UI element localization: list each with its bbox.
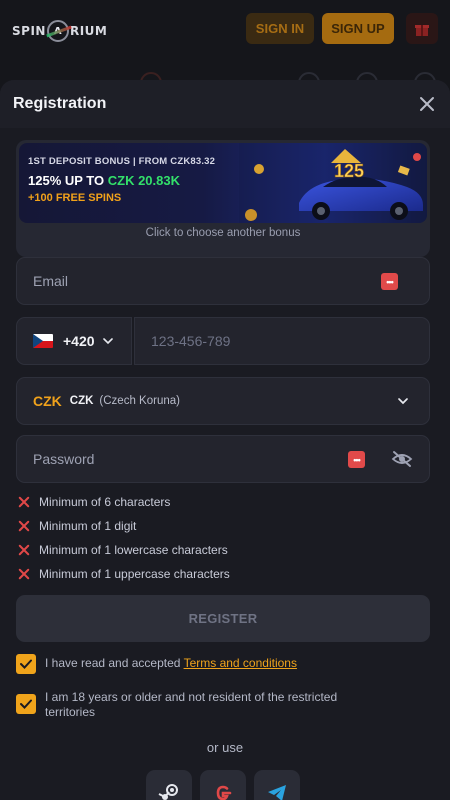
age-checkbox[interactable] (16, 694, 36, 714)
bonus-banner[interactable]: 1ST DEPOSIT BONUS | FROM CZK83.32 125% U… (19, 143, 427, 223)
password-manager-icon[interactable]: ••• (381, 273, 398, 290)
terms-checkbox[interactable] (16, 654, 36, 674)
registration-modal: Registration 1ST DEPOSIT BONUS | FROM CZ… (0, 80, 450, 800)
chevron-down-icon (398, 398, 408, 405)
modal-body: 1ST DEPOSIT BONUS | FROM CZK83.32 125% U… (0, 128, 450, 800)
bonus-free-spins: +100 FREE SPINS (28, 192, 122, 204)
bonus-art-number: 125 (334, 161, 364, 181)
bonus-selector[interactable]: 1ST DEPOSIT BONUS | FROM CZK83.32 125% U… (16, 140, 430, 257)
age-text: I am 18 years or older and not resident … (45, 690, 338, 719)
terms-text: I have read and accepted Terms and condi… (45, 656, 297, 670)
country-code-select[interactable]: +420 (16, 317, 132, 365)
bonus-offer: 125% UP TO CZK 20.83K (28, 173, 180, 188)
password-rule: Minimum of 1 uppercase characters (16, 566, 230, 582)
email-field[interactable]: Email ••• (16, 257, 430, 305)
error-x-icon (16, 566, 32, 582)
chevron-down-icon (102, 338, 113, 345)
password-field[interactable]: Password ••• (16, 435, 430, 483)
choose-bonus-link[interactable]: Click to choose another bonus (16, 227, 430, 239)
or-use-label: or use (206, 740, 244, 755)
email-placeholder: Email (33, 273, 69, 289)
eye-off-icon[interactable] (391, 450, 413, 468)
age-checkbox-row: I am 18 years or older and not resident … (16, 690, 430, 720)
phone-field-group: +420 123-456-789 (16, 317, 430, 365)
checkmark-icon (20, 699, 32, 709)
steam-login-button[interactable] (146, 770, 192, 800)
logo-mark-icon: A (46, 20, 69, 42)
google-login-button[interactable] (200, 770, 246, 800)
phone-placeholder: 123-456-789 (151, 333, 231, 349)
currency-code: CZK (33, 393, 62, 409)
error-x-icon (16, 542, 32, 558)
close-icon[interactable] (418, 95, 436, 113)
czech-flag-icon (33, 334, 53, 348)
logo-text-left: SPIN (12, 24, 46, 38)
modal-title: Registration (13, 95, 107, 112)
bonus-title: 1ST DEPOSIT BONUS | FROM CZK83.32 (28, 156, 216, 167)
site-logo[interactable]: SPIN A RIUM (12, 20, 107, 42)
error-x-icon (16, 494, 32, 510)
password-manager-icon[interactable]: ••• (348, 451, 365, 468)
password-placeholder: Password (33, 451, 95, 467)
register-button[interactable]: REGISTER (16, 595, 430, 642)
bonus-car-illustration: 125 (239, 143, 427, 223)
password-rule: Minimum of 1 digit (16, 518, 136, 534)
telegram-icon (268, 785, 286, 800)
logo-text-right: RIUM (69, 24, 108, 38)
country-code-value: +420 (63, 333, 95, 349)
top-app-bar: SPIN A RIUM SIGN IN SIGN UP (0, 0, 450, 62)
currency-code-small: CZK (69, 395, 94, 407)
terms-link[interactable]: Terms and conditions (184, 656, 297, 670)
checkmark-icon (20, 659, 32, 669)
gift-icon[interactable] (406, 13, 438, 44)
modal-header: Registration (0, 80, 450, 128)
phone-input[interactable]: 123-456-789 (134, 317, 430, 365)
sign-in-button[interactable]: SIGN IN (246, 13, 314, 44)
password-rule: Minimum of 1 lowercase characters (16, 542, 228, 558)
error-x-icon (16, 518, 32, 534)
terms-checkbox-row: I have read and accepted Terms and condi… (16, 654, 297, 674)
sign-up-button[interactable]: SIGN UP (322, 13, 394, 44)
google-icon (216, 785, 232, 800)
currency-select[interactable]: CZK CZK (Czech Koruna) (16, 377, 430, 425)
password-rule: Minimum of 6 characters (16, 494, 170, 510)
steam-icon (158, 784, 178, 800)
currency-name: (Czech Koruna) (99, 395, 180, 407)
telegram-login-button[interactable] (254, 770, 300, 800)
